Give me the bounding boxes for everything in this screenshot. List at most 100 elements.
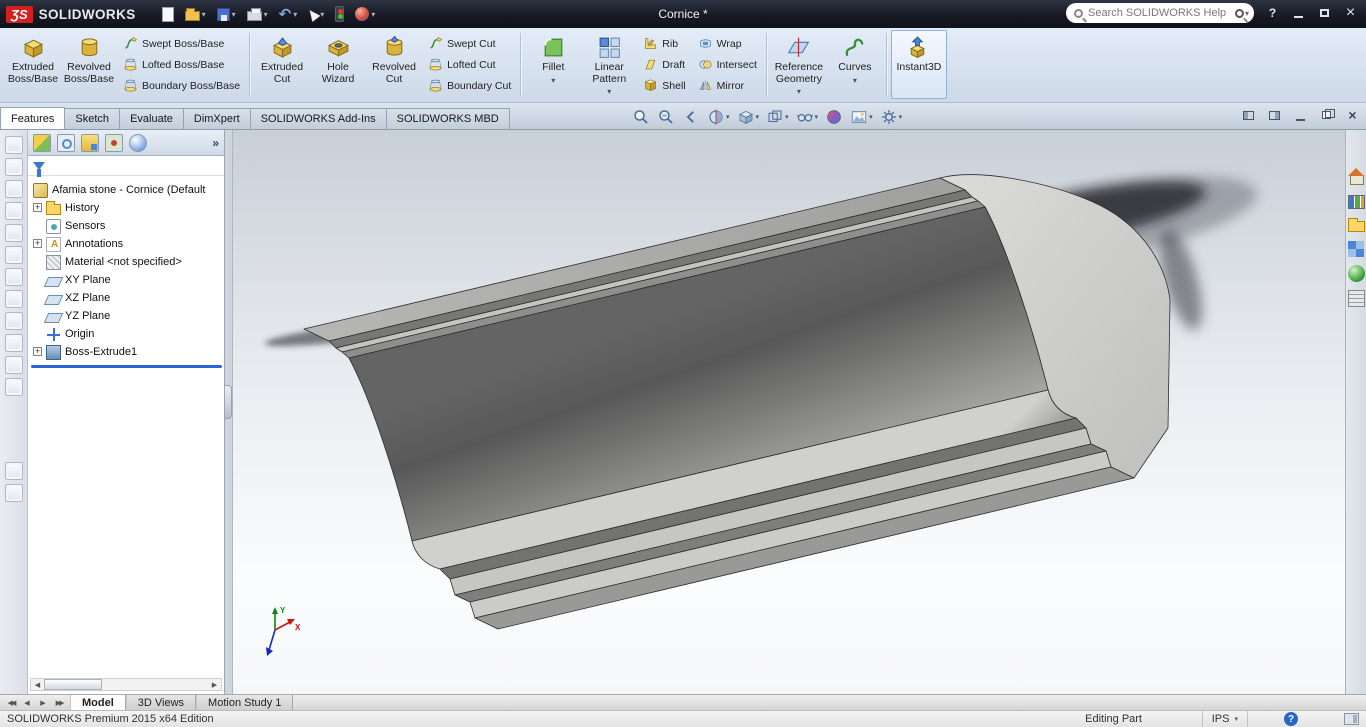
left-toolbar-icon[interactable]: [5, 484, 23, 502]
display-manager-tab[interactable]: [129, 134, 147, 152]
revolved-boss-base-button[interactable]: RevolvedBoss/Base: [61, 30, 117, 99]
linear-pattern-button[interactable]: LinearPattern: [581, 30, 637, 99]
next-sheet-icon[interactable]: [37, 699, 49, 707]
left-toolbar-icon[interactable]: [5, 246, 23, 264]
edit-appearance-button[interactable]: [823, 106, 845, 127]
restore-document-button[interactable]: [1319, 108, 1334, 122]
new-document-button[interactable]: [158, 3, 178, 25]
swept-cut-button[interactable]: Swept Cut: [424, 34, 515, 54]
view-palette-icon[interactable]: [1348, 241, 1356, 249]
close-document-button[interactable]: [1345, 108, 1360, 122]
file-explorer-icon[interactable]: [1348, 221, 1365, 232]
tab-features[interactable]: Features: [0, 107, 65, 129]
save-button[interactable]: [213, 3, 240, 25]
tree-item-xz-plane[interactable]: XZ Plane: [30, 289, 224, 307]
scroll-right-icon[interactable]: [208, 679, 221, 690]
rib-button[interactable]: Rib: [639, 34, 689, 54]
open-button[interactable]: [181, 3, 210, 25]
tab-evaluate[interactable]: Evaluate: [119, 108, 184, 129]
tree-item-history[interactable]: History: [30, 199, 224, 217]
dimxpert-manager-tab[interactable]: [105, 134, 123, 152]
tabs-overflow-chevron[interactable]: [212, 136, 219, 150]
left-toolbar-icon[interactable]: [5, 158, 23, 176]
units-selector[interactable]: IPS: [1202, 711, 1248, 727]
left-toolbar-icon[interactable]: [5, 356, 23, 374]
tab-motion-study-1[interactable]: Motion Study 1: [196, 695, 293, 710]
tree-item-root[interactable]: Afamia stone - Cornice (Default: [30, 181, 224, 199]
print-button[interactable]: [243, 3, 272, 25]
minimize-document-button[interactable]: [1293, 108, 1308, 122]
left-toolbar-icon[interactable]: [5, 224, 23, 242]
minimize-button[interactable]: [1287, 3, 1310, 23]
mirror-button[interactable]: Mirror: [694, 76, 761, 96]
help-button[interactable]: [1261, 3, 1284, 23]
maximize-button[interactable]: [1313, 3, 1336, 23]
tree-item-material[interactable]: Material <not specified>: [30, 253, 224, 271]
configuration-manager-tab[interactable]: [81, 134, 99, 152]
tab-model[interactable]: Model: [70, 695, 126, 710]
pane-right-button[interactable]: [1267, 108, 1282, 122]
status-help-icon[interactable]: [1284, 712, 1298, 726]
left-toolbar-icon[interactable]: [5, 378, 23, 396]
cornice-model[interactable]: [304, 175, 1170, 629]
section-view-button[interactable]: [705, 106, 732, 127]
tab-solidworks-add-ins[interactable]: SOLIDWORKS Add-Ins: [250, 108, 387, 129]
left-toolbar-icon[interactable]: [5, 312, 23, 330]
tab-3d-views[interactable]: 3D Views: [126, 695, 196, 710]
property-manager-tab[interactable]: [57, 134, 75, 152]
design-library-icon[interactable]: [1348, 195, 1365, 209]
tree-item-annotations[interactable]: Annotations: [30, 235, 224, 253]
feature-manager-tree-tab[interactable]: [33, 134, 51, 152]
appearances-icon[interactable]: [1348, 265, 1365, 282]
pane-left-button[interactable]: [1241, 108, 1256, 122]
undo-button[interactable]: ↶: [275, 3, 302, 25]
tree-item-yz-plane[interactable]: YZ Plane: [30, 307, 224, 325]
left-toolbar-icon[interactable]: [5, 202, 23, 220]
graphics-viewport[interactable]: Y X: [233, 130, 1345, 694]
left-toolbar-icon[interactable]: [5, 290, 23, 308]
view-settings-button[interactable]: [878, 106, 905, 127]
extruded-boss-base-button[interactable]: ExtrudedBoss/Base: [5, 30, 61, 99]
prev-sheet-icon[interactable]: [21, 699, 33, 707]
panel-horizontal-scrollbar[interactable]: [30, 678, 222, 691]
search-submit-button[interactable]: [1235, 9, 1249, 18]
help-search-input[interactable]: Search SOLIDWORKS Help: [1066, 3, 1254, 23]
tree-item-origin[interactable]: Origin: [30, 325, 224, 343]
boundary-cut-button[interactable]: Boundary Cut: [424, 76, 515, 96]
extruded-cut-button[interactable]: ExtrudedCut: [254, 30, 310, 99]
expand-icon[interactable]: [33, 203, 42, 212]
tab-solidworks-mbd[interactable]: SOLIDWORKS MBD: [386, 108, 510, 129]
zoom-to-area-button[interactable]: [655, 106, 677, 127]
shell-button[interactable]: Shell: [639, 76, 689, 96]
scroll-left-icon[interactable]: [31, 679, 44, 690]
panel-splitter[interactable]: [225, 130, 233, 694]
display-style-button[interactable]: [764, 106, 791, 127]
fillet-button[interactable]: Fillet: [525, 30, 581, 99]
zoom-to-fit-button[interactable]: [630, 106, 652, 127]
hole-wizard-button[interactable]: HoleWizard: [310, 30, 366, 99]
rollback-bar[interactable]: [31, 365, 222, 368]
revolved-cut-button[interactable]: RevolvedCut: [366, 30, 422, 99]
rebuild-button[interactable]: [331, 3, 348, 25]
lofted-boss-base-button[interactable]: Lofted Boss/Base: [119, 55, 244, 75]
left-toolbar-icon[interactable]: [5, 180, 23, 198]
tree-item-xy-plane[interactable]: XY Plane: [30, 271, 224, 289]
custom-properties-icon[interactable]: [1348, 290, 1365, 307]
curves-button[interactable]: Curves: [827, 30, 883, 99]
reference-geometry-button[interactable]: ReferenceGeometry: [771, 30, 827, 99]
intersect-button[interactable]: Intersect: [694, 55, 761, 75]
close-button[interactable]: [1339, 3, 1362, 23]
swept-boss-base-button[interactable]: Swept Boss/Base: [119, 34, 244, 54]
left-toolbar-icon[interactable]: [5, 268, 23, 286]
view-orientation-button[interactable]: [735, 106, 762, 127]
tab-sketch[interactable]: Sketch: [64, 108, 120, 129]
expand-icon[interactable]: [33, 347, 42, 356]
lofted-cut-button[interactable]: Lofted Cut: [424, 55, 515, 75]
select-button[interactable]: [304, 3, 328, 25]
left-toolbar-icon[interactable]: [5, 462, 23, 480]
first-sheet-icon[interactable]: [5, 699, 17, 707]
expand-icon[interactable]: [33, 239, 42, 248]
previous-view-button[interactable]: [680, 106, 702, 127]
hide-show-items-button[interactable]: [794, 106, 821, 127]
draft-button[interactable]: Draft: [639, 55, 689, 75]
